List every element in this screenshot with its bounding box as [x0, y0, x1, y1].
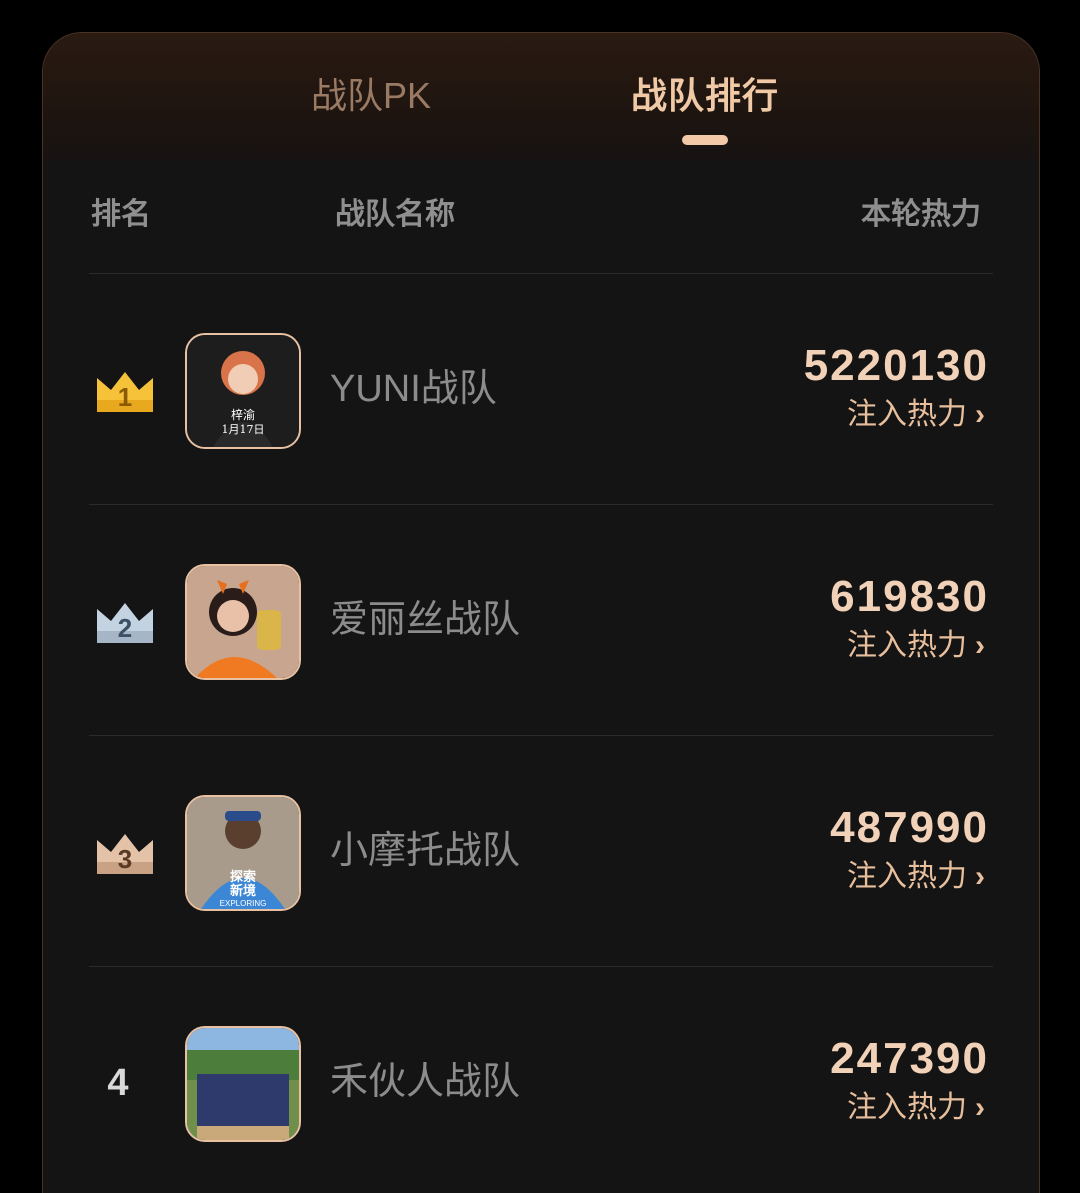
- silver-crown-icon: 2: [95, 601, 155, 645]
- rank-number: 2: [117, 613, 133, 643]
- inject-heat-label: 注入热力: [847, 860, 967, 893]
- rank-number: 1: [117, 382, 133, 412]
- inject-heat-button[interactable]: 注入热力 ›: [847, 1088, 985, 1128]
- chevron-right-icon: ›: [975, 1091, 985, 1124]
- table-row[interactable]: 4 禾伙人战队 247390 注入热力 ›: [43, 967, 1039, 1193]
- ranking-panel: 战队PK 战队排行 排名 战队名称 本轮热力 1 梓渝 1月17日 YUNI战队…: [42, 32, 1040, 1193]
- inject-heat-label: 注入热力: [847, 398, 967, 431]
- rank-number: 4: [107, 1062, 129, 1104]
- header-rank: 排名: [91, 198, 151, 231]
- inject-heat-button[interactable]: 注入热力 ›: [847, 626, 985, 666]
- avatar[interactable]: 梓渝 1月17日: [185, 333, 301, 449]
- heat-value: 619830: [830, 572, 989, 621]
- table-row[interactable]: 1 梓渝 1月17日 YUNI战队 5220130 注入热力 ›: [43, 274, 1039, 504]
- avatar-text-2: 新境: [230, 883, 256, 898]
- chevron-right-icon: ›: [975, 860, 985, 893]
- inject-heat-button[interactable]: 注入热力 ›: [847, 857, 985, 897]
- tab-team-ranking[interactable]: 战队排行: [631, 71, 779, 121]
- avatar-text-3: EXPLORING: [220, 899, 267, 908]
- inject-heat-button[interactable]: 注入热力 ›: [847, 395, 985, 435]
- avatar[interactable]: 探索 新境 EXPLORING: [185, 795, 301, 911]
- team-name: YUNI战队: [330, 368, 497, 410]
- chevron-right-icon: ›: [975, 398, 985, 431]
- table-row[interactable]: 2 爱丽丝战队 619830 注入热力 ›: [43, 505, 1039, 735]
- table-header: 排名 战队名称 本轮热力: [43, 193, 1039, 237]
- team-name: 爱丽丝战队: [330, 599, 521, 641]
- tab-team-pk[interactable]: 战队PK: [311, 71, 431, 121]
- inject-heat-label: 注入热力: [847, 1091, 967, 1124]
- chevron-right-icon: ›: [975, 629, 985, 662]
- header-team-name: 战队名称: [335, 198, 455, 231]
- heat-value: 247390: [830, 1034, 989, 1083]
- avatar[interactable]: [185, 564, 301, 680]
- team-name: 禾伙人战队: [330, 1061, 521, 1103]
- heat-value: 5220130: [803, 341, 989, 390]
- avatar-text-2: 1月17日: [222, 423, 265, 436]
- team-name: 小摩托战队: [330, 830, 521, 872]
- rank-number: 3: [117, 844, 133, 874]
- avatar-text-1: 探索: [230, 869, 256, 884]
- avatar[interactable]: [185, 1026, 301, 1142]
- tab-bar: 战队PK 战队排行: [43, 33, 1039, 161]
- table-row[interactable]: 3 探索 新境 EXPLORING 小摩托战队 487990 注入热力 ›: [43, 736, 1039, 966]
- active-tab-indicator: [682, 135, 728, 145]
- header-heat: 本轮热力: [861, 198, 981, 231]
- avatar-text-1: 梓渝: [231, 407, 255, 422]
- bronze-crown-icon: 3: [95, 832, 155, 876]
- inject-heat-label: 注入热力: [847, 629, 967, 662]
- heat-value: 487990: [830, 803, 989, 852]
- gold-crown-icon: 1: [95, 370, 155, 414]
